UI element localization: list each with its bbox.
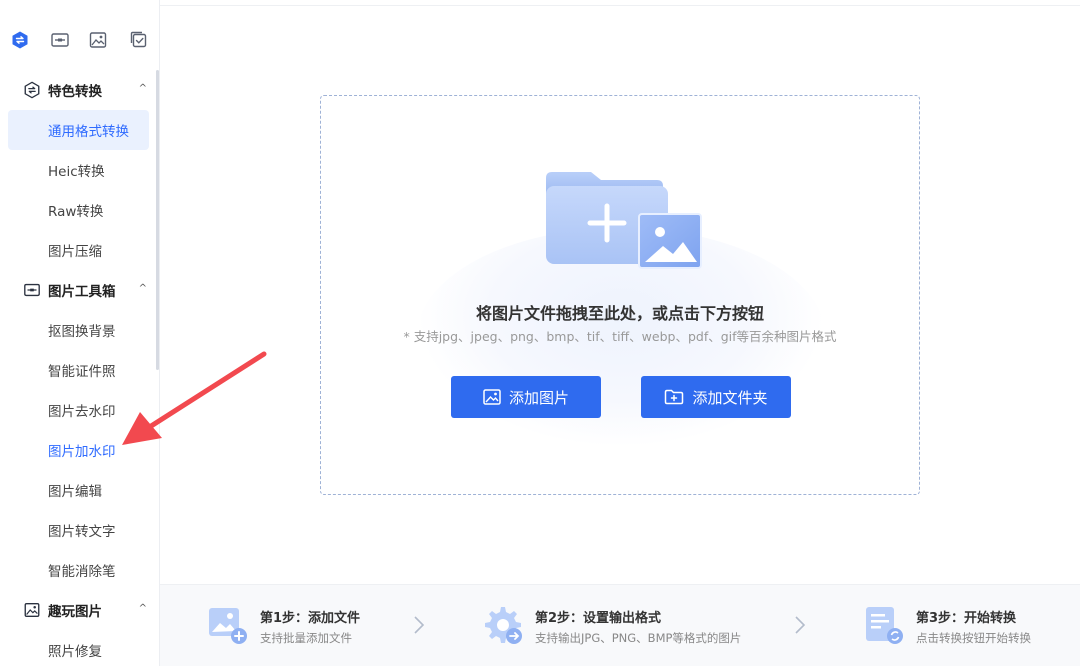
sidebar-item-eraser[interactable]: 智能消除笔	[8, 550, 149, 590]
sidebar-scrollbar[interactable]	[156, 70, 159, 370]
chevron-up-icon: ^	[138, 603, 147, 614]
mode-tabs	[0, 22, 160, 58]
step-title: 第2步：设置输出格式	[535, 611, 662, 626]
sidebar-item-photo-repair[interactable]: 照片修复	[8, 630, 149, 666]
group-label: 图片工具箱	[48, 284, 116, 300]
toolbox-group-icon	[22, 280, 42, 300]
chevron-up-icon: ^	[138, 283, 147, 294]
folder-plus-icon	[665, 389, 684, 405]
toolbox-mode-icon[interactable]	[42, 22, 78, 58]
step-desc: 支持批量添加文件	[260, 631, 352, 645]
supported-formats-text: * 支持jpg、jpeg、png、bmp、tif、tiff、webp、pdf、g…	[403, 329, 837, 344]
sidebar: 特色转换 ^ 通用格式转换 Heic转换 Raw转换 图片压缩 图片工具箱 ^ …	[0, 0, 160, 666]
image-icon	[483, 389, 501, 405]
chevron-right-icon	[795, 616, 806, 634]
add-image-label: 添加图片	[508, 388, 569, 407]
sidebar-item-compress[interactable]: 图片压缩	[8, 230, 149, 270]
image-group-icon	[22, 600, 42, 620]
folder-add-illustration-icon	[546, 172, 702, 269]
convert-step-icon	[866, 607, 903, 644]
step-1: 第1步：添加文件 支持批量添加文件	[208, 605, 428, 649]
group-special-convert[interactable]: 特色转换 ^	[8, 70, 149, 110]
settings-step-icon	[485, 607, 522, 644]
step-desc: 点击转换按钮开始转换	[916, 631, 1031, 645]
step-title: 第1步：添加文件	[260, 611, 361, 626]
sidebar-item-add-watermark[interactable]: 图片加水印	[8, 430, 149, 470]
sidebar-menu: 特色转换 ^ 通用格式转换 Heic转换 Raw转换 图片压缩 图片工具箱 ^ …	[8, 70, 149, 666]
sidebar-item-cutout[interactable]: 抠图换背景	[8, 310, 149, 350]
group-toolbox[interactable]: 图片工具箱 ^	[8, 270, 149, 310]
group-label: 趣玩图片	[48, 604, 102, 620]
sidebar-item-raw[interactable]: Raw转换	[8, 190, 149, 230]
convert-group-icon	[22, 80, 42, 100]
sidebar-item-id-photo[interactable]: 智能证件照	[8, 350, 149, 390]
chevron-up-icon: ^	[138, 83, 147, 94]
steps-bar: 第1步：添加文件 支持批量添加文件 第2步：设置输出格式 支持输出JPG、PNG…	[160, 584, 1080, 666]
sidebar-item-ocr[interactable]: 图片转文字	[8, 510, 149, 550]
sidebar-item-remove-watermark[interactable]: 图片去水印	[8, 390, 149, 430]
convert-mode-icon[interactable]	[2, 22, 38, 58]
add-folder-button[interactable]: 添加文件夹	[641, 376, 791, 418]
group-label: 特色转换	[48, 84, 102, 100]
top-strip	[160, 0, 1080, 6]
sidebar-item-edit[interactable]: 图片编辑	[8, 470, 149, 510]
add-folder-label: 添加文件夹	[692, 388, 768, 407]
step-2: 第2步：设置输出格式 支持输出JPG、PNG、BMP等格式的图片	[483, 605, 763, 649]
file-drop-zone[interactable]: 将图片文件拖拽至此处，或点击下方按钮 * 支持jpg、jpeg、png、bmp、…	[320, 95, 920, 495]
drop-zone-title: 将图片文件拖拽至此处，或点击下方按钮	[475, 304, 764, 323]
sidebar-item-general-convert[interactable]: 通用格式转换	[8, 110, 149, 150]
sidebar-item-heic[interactable]: Heic转换	[8, 150, 149, 190]
group-fun-images[interactable]: 趣玩图片 ^	[8, 590, 149, 630]
step-title: 第3步：开始转换	[916, 611, 1017, 626]
add-file-step-icon	[209, 608, 247, 644]
image-play-mode-icon[interactable]	[80, 22, 116, 58]
chevron-right-icon	[414, 616, 425, 634]
step-desc: 支持输出JPG、PNG、BMP等格式的图片	[535, 631, 742, 645]
checklist-mode-icon[interactable]	[121, 22, 157, 58]
step-3: 第3步：开始转换 点击转换按钮开始转换	[864, 605, 1074, 649]
add-image-button[interactable]: 添加图片	[451, 376, 601, 418]
